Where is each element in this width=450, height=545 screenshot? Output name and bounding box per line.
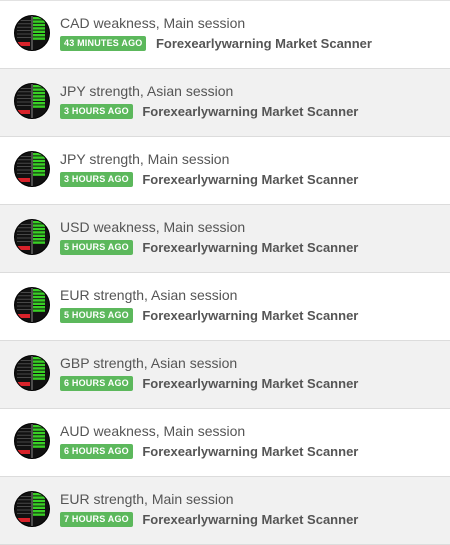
- notification-title: USD weakness, Main session: [60, 219, 246, 235]
- market-scanner-avatar-icon: [14, 355, 50, 391]
- time-ago-badge: 3 HOURS AGO: [60, 104, 133, 119]
- notification-title: EUR strength, Main session: [60, 491, 234, 507]
- time-ago-badge: 5 HOURS AGO: [60, 240, 133, 255]
- time-ago-badge: 43 MINUTES AGO: [60, 36, 147, 51]
- market-scanner-avatar-icon: [14, 491, 50, 527]
- market-scanner-avatar-icon: [14, 423, 50, 459]
- notification-meta: 43 MINUTES AGO Forexearlywarning Market …: [60, 36, 372, 51]
- notification-title: AUD weakness, Main session: [60, 423, 246, 439]
- notification-title: EUR strength, Asian session: [60, 287, 238, 303]
- notification-source: Forexearlywarning Market Scanner: [142, 444, 359, 459]
- notification-item[interactable]: EUR strength, Main session 7 HOURS AGO F…: [0, 477, 450, 545]
- notification-meta: 7 HOURS AGO Forexearlywarning Market Sca…: [60, 512, 358, 527]
- market-scanner-avatar-icon: [14, 287, 50, 323]
- notification-source: Forexearlywarning Market Scanner: [142, 308, 359, 323]
- time-ago-badge: 3 HOURS AGO: [60, 172, 133, 187]
- notification-source: Forexearlywarning Market Scanner: [142, 512, 359, 527]
- notification-meta: 5 HOURS AGO Forexearlywarning Market Sca…: [60, 240, 358, 255]
- notification-meta: 3 HOURS AGO Forexearlywarning Market Sca…: [60, 104, 358, 119]
- notification-title: CAD weakness, Main session: [60, 15, 246, 31]
- notification-item[interactable]: CAD weakness, Main session 43 MINUTES AG…: [0, 1, 450, 69]
- market-scanner-avatar-icon: [14, 219, 50, 255]
- time-ago-badge: 6 HOURS AGO: [60, 376, 133, 391]
- time-ago-badge: 7 HOURS AGO: [60, 512, 133, 527]
- market-scanner-avatar-icon: [14, 15, 50, 51]
- notification-item[interactable]: USD weakness, Main session 5 HOURS AGO F…: [0, 205, 450, 273]
- notification-source: Forexearlywarning Market Scanner: [155, 36, 372, 51]
- notification-meta: 5 HOURS AGO Forexearlywarning Market Sca…: [60, 308, 358, 323]
- notification-source: Forexearlywarning Market Scanner: [142, 172, 359, 187]
- market-scanner-avatar-icon: [14, 83, 50, 119]
- notification-meta: 3 HOURS AGO Forexearlywarning Market Sca…: [60, 172, 358, 187]
- time-ago-badge: 5 HOURS AGO: [60, 308, 133, 323]
- time-ago-badge: 6 HOURS AGO: [60, 444, 133, 459]
- notification-item[interactable]: AUD weakness, Main session 6 HOURS AGO F…: [0, 409, 450, 477]
- notification-title: JPY strength, Asian session: [60, 83, 234, 99]
- notification-item[interactable]: JPY strength, Main session 3 HOURS AGO F…: [0, 137, 450, 205]
- notification-title: GBP strength, Asian session: [60, 355, 238, 371]
- notification-source: Forexearlywarning Market Scanner: [142, 104, 359, 119]
- notification-title: JPY strength, Main session: [60, 151, 230, 167]
- notification-source: Forexearlywarning Market Scanner: [142, 240, 359, 255]
- notification-source: Forexearlywarning Market Scanner: [142, 376, 359, 391]
- notification-item[interactable]: JPY strength, Asian session 3 HOURS AGO …: [0, 69, 450, 137]
- notification-item[interactable]: EUR strength, Asian session 5 HOURS AGO …: [0, 273, 450, 341]
- notification-meta: 6 HOURS AGO Forexearlywarning Market Sca…: [60, 376, 358, 391]
- market-scanner-avatar-icon: [14, 151, 50, 187]
- notification-item[interactable]: GBP strength, Asian session 6 HOURS AGO …: [0, 341, 450, 409]
- notification-feed: CAD weakness, Main session 43 MINUTES AG…: [0, 0, 450, 545]
- notification-meta: 6 HOURS AGO Forexearlywarning Market Sca…: [60, 444, 358, 459]
